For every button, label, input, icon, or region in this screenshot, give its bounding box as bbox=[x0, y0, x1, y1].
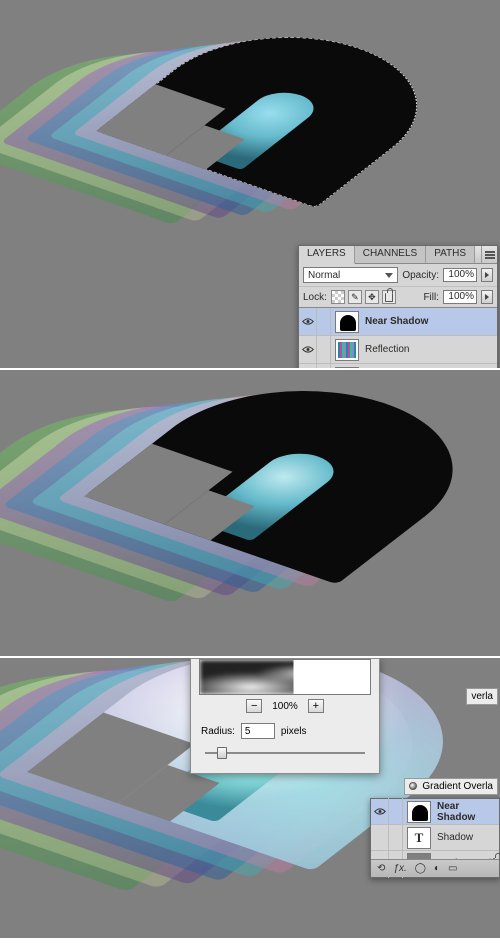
adjustment-button[interactable]: ◐ bbox=[434, 863, 440, 874]
link-column[interactable] bbox=[389, 824, 403, 852]
link-column[interactable] bbox=[317, 336, 331, 364]
effect-text: Gradient Overla bbox=[422, 781, 493, 792]
blend-opacity-row: Normal Opacity: 100% bbox=[299, 264, 497, 287]
canvas-step-1: LAYERS CHANNELS PATHS Normal Opacity: 10… bbox=[0, 0, 500, 370]
canvas-step-2 bbox=[0, 370, 500, 658]
panel-tabs: LAYERS CHANNELS PATHS bbox=[299, 246, 497, 264]
triangle-right-icon bbox=[485, 294, 489, 300]
panel-footer: ⟲ ƒx. ◯ ◐ ▭ bbox=[371, 859, 499, 877]
layer-row[interactable]: Near Shadow bbox=[371, 799, 499, 825]
visibility-toggle[interactable] bbox=[371, 798, 389, 826]
radius-label: Radius: bbox=[201, 726, 235, 737]
panel-menu-button[interactable] bbox=[481, 246, 497, 263]
blend-mode-value: Normal bbox=[308, 270, 340, 281]
blur-preview-image bbox=[200, 660, 370, 694]
tab-layers[interactable]: LAYERS bbox=[299, 246, 355, 264]
effect-label-gradient-overlay[interactable]: Gradient Overla bbox=[404, 778, 498, 795]
mask-button[interactable]: ◯ bbox=[415, 863, 426, 874]
gaussian-blur-dialog: − 100% + Radius: pixels bbox=[190, 658, 380, 774]
zoom-in-button[interactable]: + bbox=[308, 699, 324, 713]
layer-thumbnail[interactable] bbox=[335, 311, 359, 333]
slider-track bbox=[205, 752, 365, 754]
menu-icon bbox=[485, 251, 495, 259]
fill-flyout[interactable] bbox=[481, 290, 493, 304]
layer-name[interactable]: Shadow bbox=[435, 832, 499, 843]
lock-fill-row: Lock: ✎ ✥ Fill: 100% bbox=[299, 287, 497, 308]
tab-paths[interactable]: PATHS bbox=[426, 246, 475, 263]
layer-name[interactable]: Reflection bbox=[363, 344, 497, 355]
layer-row[interactable]: Reflection bbox=[299, 336, 497, 364]
layer-name[interactable]: Near Shadow bbox=[363, 316, 497, 327]
layer-thumbnail[interactable]: T bbox=[407, 827, 431, 849]
tab-channels[interactable]: CHANNELS bbox=[355, 246, 426, 263]
group-button[interactable]: ▭ bbox=[448, 863, 457, 874]
layer-thumbnail[interactable] bbox=[335, 339, 359, 361]
canvas-step-3: − 100% + Radius: pixels verla Gradient O… bbox=[0, 658, 500, 938]
zoom-row: − 100% + bbox=[191, 695, 379, 717]
link-layers-button[interactable]: ⟲ bbox=[377, 863, 385, 874]
lock-transparency-button[interactable] bbox=[331, 290, 345, 304]
opacity-input[interactable]: 100% bbox=[443, 268, 477, 282]
radius-unit: pixels bbox=[281, 726, 307, 737]
link-column[interactable] bbox=[389, 798, 403, 826]
opacity-label: Opacity: bbox=[402, 270, 439, 281]
radius-slider[interactable] bbox=[205, 745, 365, 761]
fill-input[interactable]: 100% bbox=[443, 290, 477, 304]
lock-all-button[interactable] bbox=[382, 290, 396, 304]
chevron-down-icon bbox=[385, 273, 393, 278]
slider-handle[interactable] bbox=[217, 747, 227, 759]
lock-position-button[interactable]: ✥ bbox=[365, 290, 379, 304]
opacity-flyout[interactable] bbox=[481, 268, 493, 282]
blend-mode-select[interactable]: Normal bbox=[303, 267, 398, 283]
effect-dot-icon bbox=[409, 782, 417, 790]
lock-buttons: ✎ ✥ bbox=[331, 290, 396, 304]
layer-list: Near Shadow Reflection T Text ƒx bbox=[299, 308, 497, 370]
layer-thumbnail[interactable] bbox=[407, 801, 431, 823]
radius-input[interactable] bbox=[241, 723, 275, 739]
layers-panel: LAYERS CHANNELS PATHS Normal Opacity: 10… bbox=[298, 245, 498, 370]
layer-name[interactable]: Near Shadow bbox=[435, 801, 499, 823]
visibility-toggle[interactable] bbox=[299, 308, 317, 336]
lock-image-button[interactable]: ✎ bbox=[348, 290, 362, 304]
zoom-out-button[interactable]: − bbox=[246, 699, 262, 713]
blur-preview bbox=[199, 659, 371, 695]
visibility-toggle[interactable] bbox=[299, 336, 317, 364]
layer-row[interactable]: Near Shadow bbox=[299, 308, 497, 336]
lock-label: Lock: bbox=[303, 292, 327, 303]
triangle-right-icon bbox=[485, 272, 489, 278]
layer-row[interactable]: T Shadow bbox=[371, 825, 499, 851]
lock-icon bbox=[385, 293, 393, 302]
layers-panel-mini: Near Shadow T Shadow Background ⟲ ƒx. ◯ … bbox=[370, 798, 500, 878]
visibility-toggle[interactable] bbox=[371, 824, 389, 852]
fill-label: Fill: bbox=[423, 292, 439, 303]
fx-button[interactable]: ƒx. bbox=[393, 863, 406, 874]
effect-label-truncated[interactable]: verla bbox=[466, 688, 498, 705]
zoom-percent: 100% bbox=[272, 701, 298, 712]
radius-row: Radius: pixels bbox=[191, 717, 379, 745]
link-column[interactable] bbox=[317, 308, 331, 336]
